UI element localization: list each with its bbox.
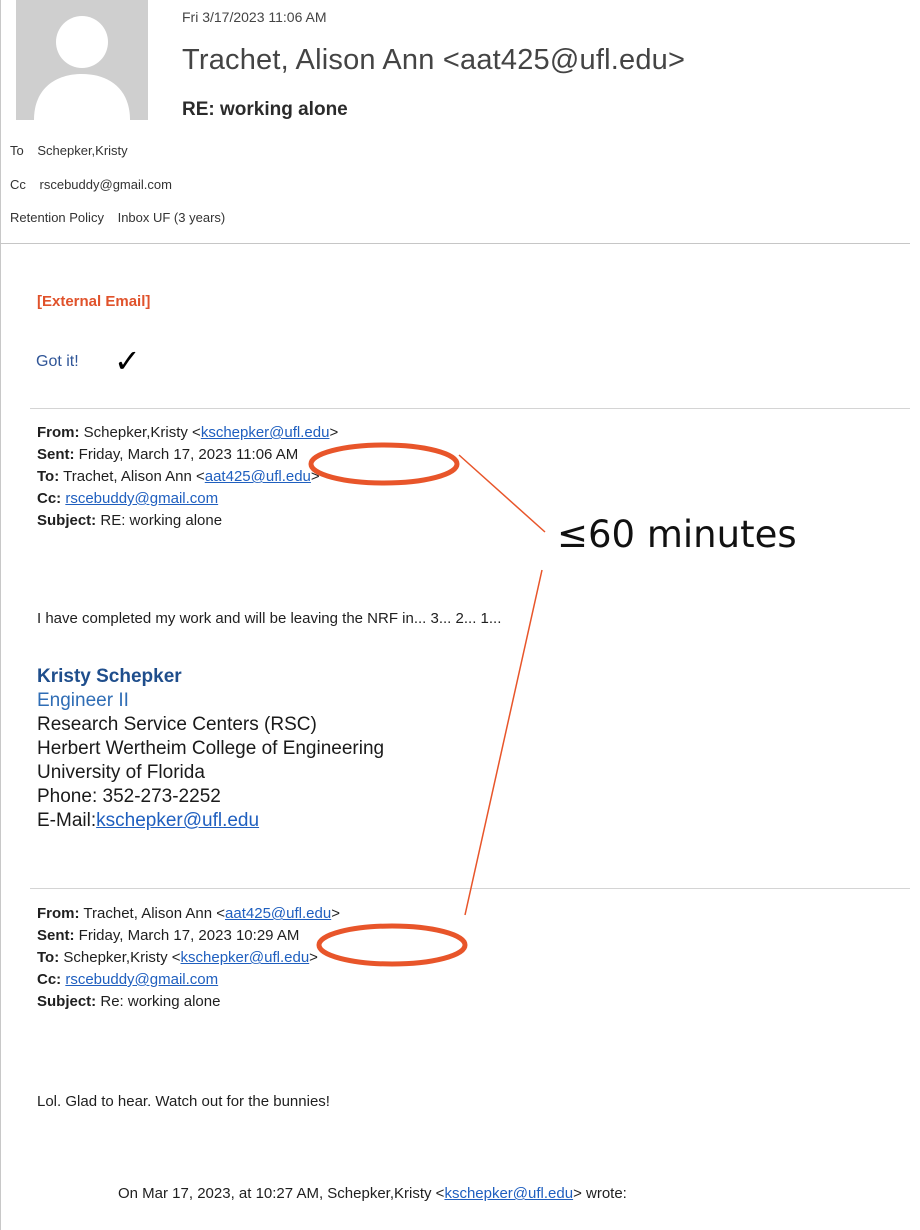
signature-line-1: Research Service Centers (RSC) — [37, 714, 317, 735]
message1-from-link[interactable]: kschepker@ufl.edu — [201, 424, 330, 441]
quoted-message-divider-2 — [30, 888, 910, 889]
reply-text: Got it! — [36, 353, 79, 370]
sender-avatar — [16, 0, 148, 120]
message2-from-link[interactable]: aat425@ufl.edu — [225, 905, 331, 922]
sender-name[interactable]: Trachet, Alison Ann <aat425@ufl.edu> — [182, 44, 685, 77]
signature-line-2: Herbert Wertheim College of Engineering — [37, 738, 385, 759]
message1-to: To: Trachet, Alison Ann <aat425@ufl.edu> — [37, 468, 320, 485]
cc-line: Cc rscebuddy@gmail.com — [10, 177, 172, 192]
signature-title: Engineer II — [37, 690, 129, 711]
external-email-tag: [External Email] — [37, 293, 151, 310]
highlight-ellipse-1029 — [316, 923, 468, 967]
cc-recipient[interactable]: rscebuddy@gmail.com — [40, 177, 172, 192]
annotation-connector-top — [458, 454, 546, 533]
message2-to-link[interactable]: kschepker@ufl.edu — [181, 949, 310, 966]
signature-phone: Phone: 352-273-2252 — [37, 786, 221, 807]
message1-from: From: Schepker,Kristy <kschepker@ufl.edu… — [37, 424, 339, 441]
message1-to-link[interactable]: aat425@ufl.edu — [205, 468, 311, 485]
window-border — [0, 0, 1, 1230]
message2-cc-link[interactable]: rscebuddy@gmail.com — [65, 971, 218, 988]
message2-to: To: Schepker,Kristy <kschepker@ufl.edu> — [37, 949, 318, 966]
retention-label: Retention Policy — [10, 210, 104, 225]
message2-body: Lol. Glad to hear. Watch out for the bun… — [37, 1093, 330, 1110]
received-date: Fri 3/17/2023 11:06 AM — [182, 9, 327, 25]
quote-attribution: On Mar 17, 2023, at 10:27 AM, Schepker,K… — [118, 1185, 627, 1202]
message1-cc: Cc: rscebuddy@gmail.com — [37, 490, 219, 507]
retention-line: Retention Policy Inbox UF (3 years) — [10, 210, 225, 225]
message1-sent: Sent: Friday, March 17, 2023 11:06 AM — [37, 446, 299, 463]
signature-email-link[interactable]: kschepker@ufl.edu — [96, 810, 259, 831]
quoted-message-divider — [30, 408, 910, 409]
message1-subject: Subject: RE: working alone — [37, 512, 223, 529]
cc-label: Cc — [10, 177, 26, 192]
message2-from: From: Trachet, Alison Ann <aat425@ufl.ed… — [37, 905, 340, 922]
to-recipient[interactable]: Schepker,Kristy — [37, 143, 127, 158]
message2-header: From: Trachet, Alison Ann <aat425@ufl.ed… — [37, 903, 340, 1013]
email-signature: Kristy Schepker Engineer II Research Ser… — [37, 665, 384, 833]
message1-cc-link[interactable]: rscebuddy@gmail.com — [65, 490, 218, 507]
message2-subject: Subject: Re: working alone — [37, 993, 221, 1010]
time-difference-annotation: ≤60 minutes — [557, 513, 797, 556]
signature-name: Kristy Schepker — [37, 666, 182, 687]
quote-email-link[interactable]: kschepker@ufl.edu — [444, 1185, 573, 1202]
checkmark-icon: ✓ — [114, 343, 141, 379]
message2-cc: Cc: rscebuddy@gmail.com — [37, 971, 219, 988]
message2-sent: Sent: Friday, March 17, 2023 10:29 AM — [37, 927, 300, 944]
signature-line-3: University of Florida — [37, 762, 205, 783]
retention-value[interactable]: Inbox UF (3 years) — [118, 210, 226, 225]
message-subject: RE: working alone — [182, 99, 348, 120]
to-label: To — [10, 143, 24, 158]
header-divider — [0, 243, 910, 244]
to-line: To Schepker,Kristy — [10, 143, 128, 158]
signature-email: E-Mail:kschepker@ufl.edu — [37, 810, 260, 831]
message1-header: From: Schepker,Kristy <kschepker@ufl.edu… — [37, 422, 338, 532]
person-silhouette-icon — [34, 16, 130, 120]
message1-body: I have completed my work and will be lea… — [37, 610, 502, 627]
